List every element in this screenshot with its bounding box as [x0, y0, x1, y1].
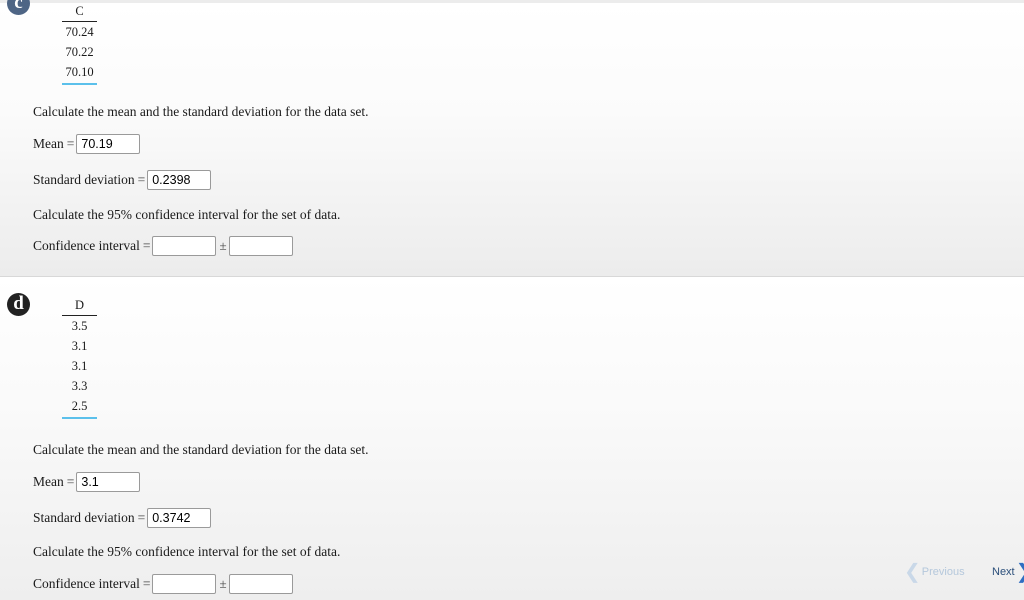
data-table-c: C 70.24 70.22 70.10	[62, 2, 97, 85]
table-end-line	[62, 417, 97, 419]
question-part-d: d D 3.5 3.1 3.1 3.3 2.5 Calculate the me…	[0, 277, 1024, 600]
equals-sign: =	[66, 474, 75, 489]
ci-center-input[interactable]	[152, 574, 217, 594]
question-part-c: c C 70.24 70.22 70.10 Calculate the mean…	[0, 0, 1024, 277]
prompt-mean-sd: Calculate the mean and the standard devi…	[33, 442, 369, 457]
equals-sign: =	[142, 238, 151, 253]
sd-label: Standard deviation	[33, 510, 135, 525]
data-value: 2.5	[71, 399, 88, 413]
mean-input[interactable]	[76, 134, 141, 154]
plus-minus-sign: ±	[219, 576, 227, 591]
prompt-ci: Calculate the 95% confidence interval fo…	[33, 207, 341, 222]
sd-row: Standard deviation =	[33, 170, 212, 190]
data-value: 70.22	[65, 45, 94, 59]
next-label: Next	[992, 566, 1015, 578]
previous-button[interactable]: ❮ Previous	[904, 562, 965, 582]
mean-row: Mean =	[33, 134, 141, 154]
equals-sign: =	[142, 576, 151, 591]
prompt-ci: Calculate the 95% confidence interval fo…	[33, 544, 341, 559]
sd-input[interactable]	[147, 170, 212, 190]
plus-minus-sign: ±	[219, 238, 227, 253]
mean-label: Mean	[33, 474, 64, 489]
ci-row: Confidence interval = ±	[33, 236, 293, 256]
column-header: C	[62, 2, 97, 22]
equals-sign: =	[137, 172, 146, 187]
data-value: 3.5	[71, 319, 88, 333]
part-d-badge: d	[7, 293, 30, 316]
sd-label: Standard deviation	[33, 172, 135, 187]
mean-row: Mean =	[33, 472, 141, 492]
data-value: 3.1	[71, 359, 88, 373]
data-value: 70.24	[65, 25, 94, 39]
chevron-left-icon: ❮	[904, 561, 921, 583]
data-table-d: D 3.5 3.1 3.1 3.3 2.5	[62, 296, 97, 419]
sd-row: Standard deviation =	[33, 508, 212, 528]
data-value: 3.3	[71, 379, 88, 393]
ci-label: Confidence interval	[33, 576, 140, 591]
next-button[interactable]: Next ❯	[992, 562, 1024, 582]
sd-input[interactable]	[147, 508, 212, 528]
equals-sign: =	[66, 136, 75, 151]
data-value: 70.10	[65, 65, 94, 79]
table-end-line	[62, 83, 97, 85]
ci-row: Confidence interval = ±	[33, 574, 293, 594]
column-header: D	[62, 296, 97, 316]
ci-center-input[interactable]	[152, 236, 217, 256]
prompt-mean-sd: Calculate the mean and the standard devi…	[33, 104, 369, 119]
mean-input[interactable]	[76, 472, 141, 492]
mean-label: Mean	[33, 136, 64, 151]
chevron-right-icon: ❯	[1016, 562, 1024, 582]
equals-sign: =	[137, 510, 146, 525]
ci-margin-input[interactable]	[228, 574, 293, 594]
previous-label: Previous	[921, 566, 965, 578]
ci-label: Confidence interval	[33, 238, 140, 253]
ci-margin-input[interactable]	[228, 236, 293, 256]
part-c-badge: c	[7, 0, 30, 15]
data-value: 3.1	[71, 339, 88, 353]
